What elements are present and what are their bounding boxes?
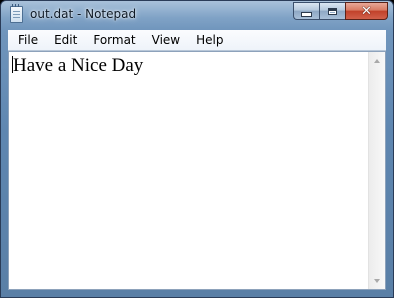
menu-file[interactable]: File bbox=[10, 31, 46, 50]
editor: Have a Nice Day bbox=[8, 51, 386, 290]
notepad-icon[interactable] bbox=[10, 4, 23, 23]
window-title: out.dat - Notepad bbox=[30, 7, 137, 21]
menu-view[interactable]: View bbox=[144, 31, 188, 50]
text-caret bbox=[12, 56, 13, 73]
vertical-scrollbar[interactable] bbox=[368, 52, 385, 289]
title-bar[interactable]: out.dat - Notepad ✕ bbox=[1, 1, 393, 29]
maximize-icon bbox=[328, 7, 337, 15]
scroll-up-button[interactable] bbox=[369, 52, 385, 69]
scroll-down-button[interactable] bbox=[369, 272, 385, 289]
notepad-window: out.dat - Notepad ✕ File Edit Format Vie… bbox=[0, 0, 394, 298]
close-icon: ✕ bbox=[361, 3, 372, 19]
arrow-down-icon bbox=[374, 278, 380, 283]
menu-edit[interactable]: Edit bbox=[46, 31, 85, 50]
minimize-button[interactable] bbox=[293, 2, 319, 20]
menu-help[interactable]: Help bbox=[188, 31, 231, 50]
menu-bar: File Edit Format View Help bbox=[8, 30, 386, 51]
minimize-icon bbox=[301, 11, 312, 17]
arrow-up-icon bbox=[374, 58, 380, 63]
maximize-button[interactable] bbox=[319, 2, 345, 20]
document-text: Have a Nice Day bbox=[13, 55, 144, 76]
caption-buttons: ✕ bbox=[293, 2, 388, 21]
menu-format[interactable]: Format bbox=[85, 31, 143, 50]
text-area[interactable]: Have a Nice Day bbox=[9, 52, 368, 289]
close-button[interactable]: ✕ bbox=[345, 2, 388, 20]
